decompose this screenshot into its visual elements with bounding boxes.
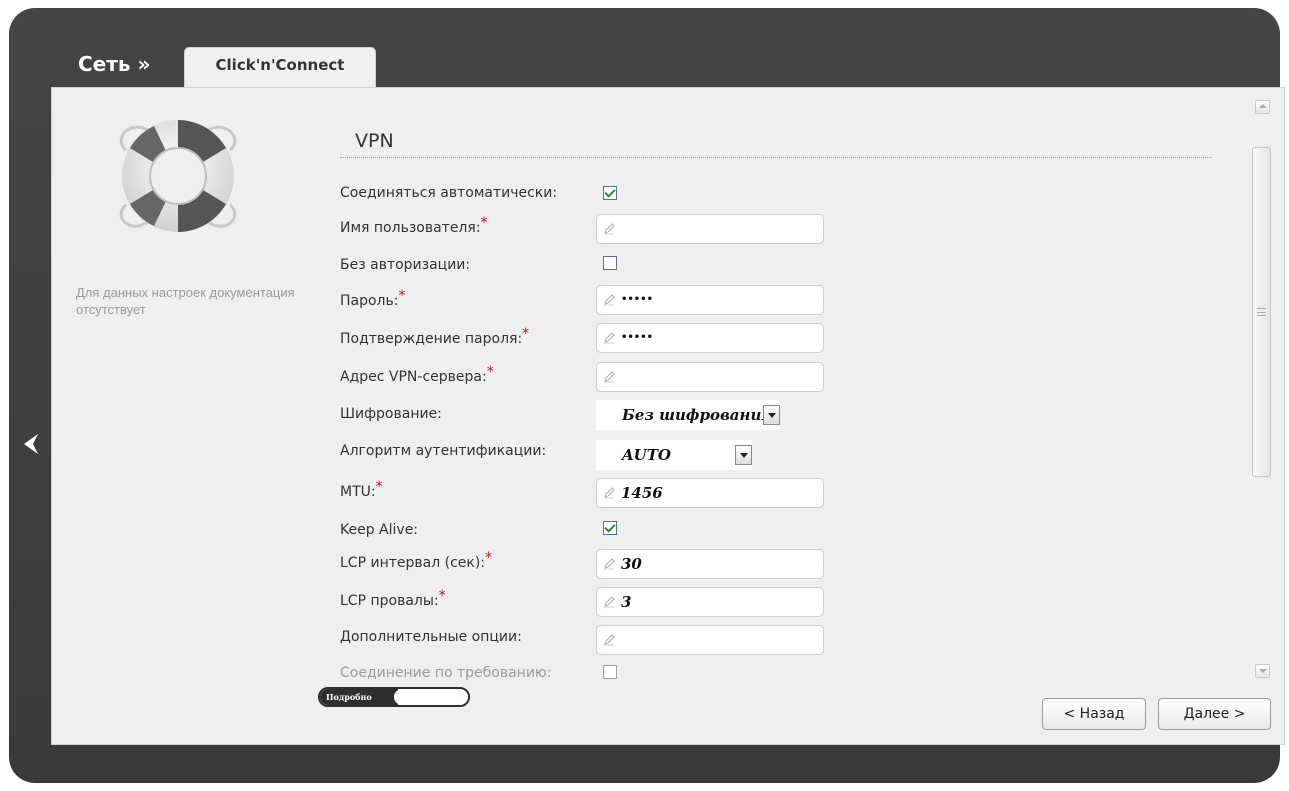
auto-connect-checkbox[interactable] <box>603 186 617 200</box>
section-divider <box>340 157 1212 158</box>
auto-connect-label: Соединяться автоматически: <box>340 185 558 201</box>
documentation-note: Для данных настроек документация отсутст… <box>76 285 295 317</box>
password-confirm-value: ••••• <box>621 332 653 343</box>
encryption-value: Без шифрования <box>622 406 774 424</box>
lifebuoy-icon <box>119 120 237 232</box>
vpn-server-label: Адрес VPN-сервера:* <box>340 364 494 385</box>
pencil-icon <box>604 223 615 235</box>
no-auth-label: Без авторизации: <box>340 257 471 273</box>
password-confirm-input[interactable]: ••••• <box>596 323 824 353</box>
keep-alive-label: Keep Alive: <box>340 522 419 538</box>
username-label: Имя пользователя:* <box>340 215 488 236</box>
password-input[interactable]: ••••• <box>596 285 824 315</box>
no-auth-checkbox[interactable] <box>603 256 617 270</box>
password-confirm-label: Подтверждение пароля:* <box>340 326 530 347</box>
extra-options-label: Дополнительные опции: <box>340 629 522 645</box>
chevron-down-icon[interactable] <box>735 445 752 465</box>
tab-click-n-connect[interactable]: Click'n'Connect <box>184 47 376 89</box>
extra-options-input[interactable] <box>596 625 824 655</box>
details-toggle-label: Подробно <box>320 689 398 705</box>
on-demand-checkbox[interactable] <box>603 665 617 679</box>
details-toggle-knob <box>394 689 468 705</box>
pencil-icon <box>604 294 615 306</box>
lcp-failures-input[interactable]: 3 <box>596 587 824 617</box>
auth-algorithm-select[interactable]: AUTO <box>596 440 752 470</box>
mtu-value: 1456 <box>621 484 663 502</box>
keep-alive-checkbox[interactable] <box>603 521 617 535</box>
lcp-interval-input[interactable]: 30 <box>596 549 824 579</box>
pencil-icon <box>604 596 615 608</box>
section-title: VPN <box>355 130 394 152</box>
pencil-icon <box>604 634 615 646</box>
password-value: ••••• <box>621 294 653 305</box>
chevron-down-icon[interactable] <box>763 405 780 425</box>
pencil-icon <box>604 332 615 344</box>
vpn-server-input[interactable] <box>596 362 824 392</box>
encryption-label: Шифрование: <box>340 406 442 422</box>
pencil-icon <box>604 371 615 383</box>
username-input[interactable] <box>596 214 824 244</box>
auth-algorithm-label: Алгоритм аутентификации: <box>340 443 547 459</box>
mtu-input[interactable]: 1456 <box>596 478 824 508</box>
breadcrumb[interactable]: Сеть » <box>78 52 150 76</box>
next-button[interactable]: Далее > <box>1158 698 1271 730</box>
scrollbar-grip-icon <box>1257 308 1266 316</box>
lcp-failures-value: 3 <box>621 593 632 611</box>
lcp-interval-label: LCP интервал (сек):* <box>340 550 493 571</box>
auth-algorithm-value: AUTO <box>622 446 671 464</box>
lcp-interval-value: 30 <box>621 555 642 573</box>
scroll-up-button[interactable] <box>1255 100 1270 114</box>
mtu-label: MTU:* <box>340 479 383 500</box>
pencil-icon <box>604 487 615 499</box>
back-button[interactable]: < Назад <box>1042 698 1146 730</box>
encryption-select[interactable]: Без шифрования <box>596 400 780 430</box>
on-demand-label: Соединение по требованию: <box>340 665 552 681</box>
details-toggle[interactable]: Подробно <box>318 687 470 707</box>
scroll-down-button[interactable] <box>1255 664 1270 678</box>
pencil-icon <box>604 558 615 570</box>
password-label: Пароль:* <box>340 288 406 309</box>
chevron-left-icon[interactable] <box>20 430 42 458</box>
lcp-failures-label: LCP провалы:* <box>340 588 446 609</box>
